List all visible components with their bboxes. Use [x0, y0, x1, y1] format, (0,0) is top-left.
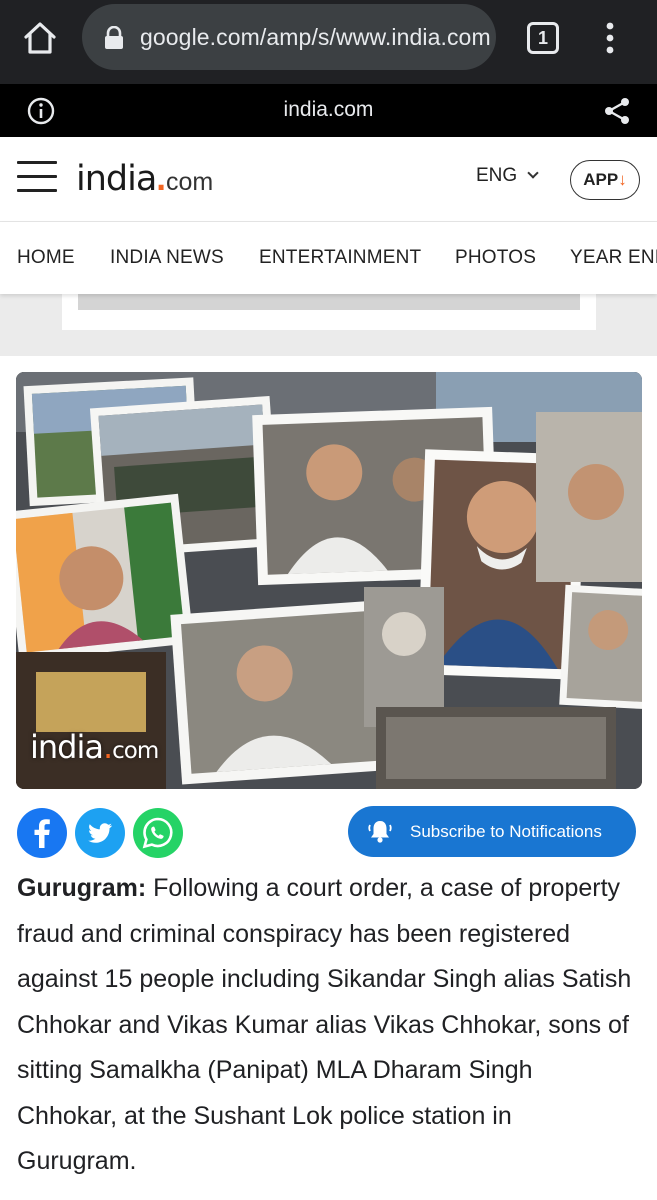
- app-download-button[interactable]: APP↓: [570, 160, 640, 200]
- watermark-dot: .: [102, 728, 113, 766]
- facebook-share-button[interactable]: [17, 808, 67, 858]
- subscribe-label: Subscribe to Notifications: [410, 822, 602, 841]
- amp-domain: india.com: [283, 98, 374, 121]
- site-logo[interactable]: india. com: [76, 159, 213, 199]
- logo-dot: .: [156, 159, 167, 198]
- home-icon[interactable]: [20, 18, 60, 58]
- twitter-icon: [88, 823, 112, 843]
- share-icon[interactable]: [602, 96, 632, 126]
- nav-item-photos[interactable]: PHOTOS: [455, 247, 536, 269]
- browser-toolbar: google.com/amp/s/www.india.com 1: [0, 0, 657, 84]
- download-arrow-icon: ↓: [618, 170, 627, 189]
- article-body: Gurugram: Following a court order, a cas…: [17, 866, 637, 1185]
- app-label: APP: [583, 170, 619, 189]
- logo-suffix: com: [166, 168, 214, 196]
- lock-icon: [104, 25, 124, 50]
- chevron-down-icon: [527, 167, 539, 179]
- article-dateline: Gurugram:: [17, 874, 147, 902]
- logo-text: india: [76, 159, 157, 199]
- whatsapp-share-button[interactable]: [133, 808, 183, 858]
- nav-item-home[interactable]: HOME: [17, 247, 75, 269]
- hero-watermark: india.com: [30, 728, 159, 766]
- overflow-menu-icon[interactable]: [598, 20, 622, 56]
- whatsapp-icon: [142, 817, 173, 849]
- article-text: Following a court order, a case of prope…: [17, 874, 632, 1175]
- hamburger-menu-icon[interactable]: [17, 161, 57, 195]
- amp-viewer-bar: india.com: [0, 84, 657, 137]
- bell-icon: [366, 817, 394, 845]
- nav-item-india-news[interactable]: INDIA NEWS: [110, 247, 224, 269]
- url-text: google.com/amp/s/www.india.com: [140, 24, 491, 50]
- main-nav: HOME INDIA NEWS ENTERTAINMENT PHOTOS YEA…: [0, 222, 657, 294]
- ad-card: [62, 294, 596, 330]
- nav-item-entertainment[interactable]: ENTERTAINMENT: [259, 247, 421, 269]
- ad-placeholder: [0, 294, 657, 356]
- facebook-icon: [34, 819, 50, 848]
- ad-bar: [78, 294, 580, 310]
- hero-image[interactable]: [16, 372, 642, 789]
- twitter-share-button[interactable]: [75, 808, 125, 858]
- site-header: india. com ENG APP↓: [0, 137, 657, 222]
- language-label: ENG: [476, 165, 518, 186]
- watermark-suffix: com: [112, 738, 159, 764]
- subscribe-notifications-button[interactable]: Subscribe to Notifications: [348, 806, 636, 857]
- watermark-text: india: [30, 728, 104, 766]
- nav-item-year-end[interactable]: YEAR END: [570, 247, 657, 269]
- tab-switcher-button[interactable]: 1: [527, 22, 559, 54]
- language-selector[interactable]: ENG: [476, 165, 539, 187]
- address-bar[interactable]: google.com/amp/s/www.india.com: [82, 4, 496, 70]
